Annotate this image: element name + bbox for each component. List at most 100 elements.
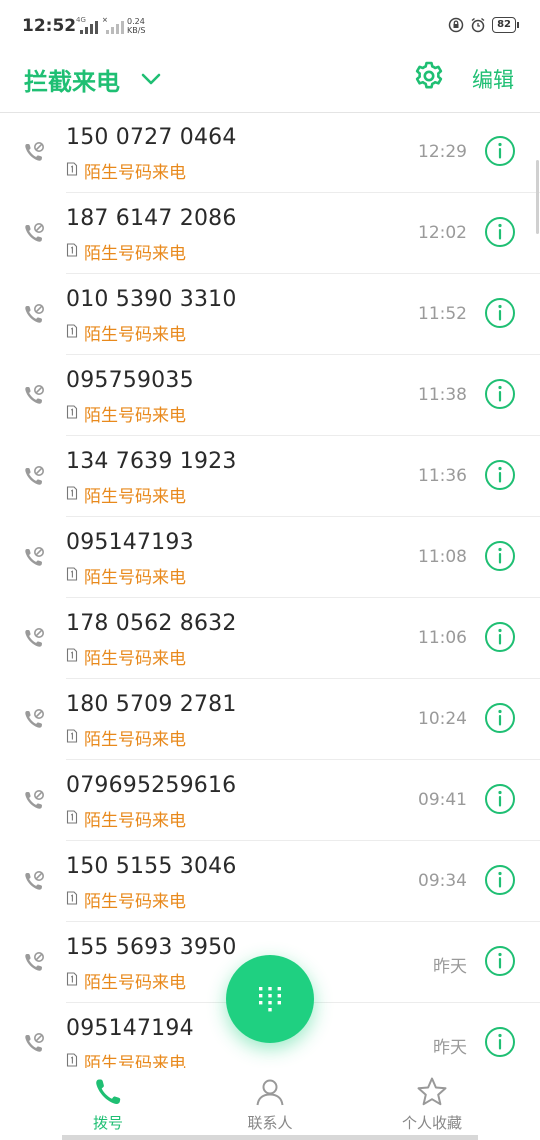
blocked-call-icon bbox=[25, 466, 44, 485]
call-time: 09:34 bbox=[418, 871, 467, 891]
tab-contacts[interactable]: 联系人 bbox=[180, 1068, 360, 1140]
sim-1-icon bbox=[66, 162, 78, 176]
call-time: 11:06 bbox=[418, 628, 467, 648]
info-icon[interactable] bbox=[484, 459, 516, 491]
rotation-lock-icon bbox=[448, 17, 464, 33]
phone-number: 150 5155 3046 bbox=[66, 854, 237, 879]
status-time: 12:52 bbox=[22, 16, 77, 36]
call-time: 09:41 bbox=[418, 790, 467, 810]
info-icon[interactable] bbox=[484, 864, 516, 896]
bottom-nav: 拨号 联系人 个人收藏 bbox=[0, 1068, 540, 1140]
phone-number: 180 5709 2781 bbox=[66, 692, 237, 717]
battery-icon: 82 bbox=[492, 17, 519, 33]
call-tag: 陌生号码来电 bbox=[84, 892, 186, 912]
phone-number: 079695259616 bbox=[66, 773, 237, 798]
info-icon[interactable] bbox=[484, 540, 516, 572]
sim-1-icon bbox=[66, 648, 78, 662]
tab-dial[interactable]: 拨号 bbox=[18, 1068, 198, 1140]
info-icon[interactable] bbox=[484, 135, 516, 167]
sim-1-icon bbox=[66, 405, 78, 419]
info-icon[interactable] bbox=[484, 297, 516, 329]
call-row[interactable]: 095759035 陌生号码来电 11:38 bbox=[0, 355, 540, 436]
call-row[interactable]: 150 0727 0464 陌生号码来电 12:29 bbox=[0, 112, 540, 193]
call-time: 12:02 bbox=[418, 223, 467, 243]
call-row[interactable]: 010 5390 3310 陌生号码来电 11:52 bbox=[0, 274, 540, 355]
call-tag: 陌生号码来电 bbox=[84, 244, 186, 264]
gesture-bar bbox=[62, 1135, 478, 1140]
blocked-call-icon bbox=[25, 547, 44, 566]
info-icon[interactable] bbox=[484, 621, 516, 653]
scrollbar[interactable] bbox=[536, 160, 539, 234]
dialpad-button[interactable] bbox=[226, 955, 314, 1043]
info-icon[interactable] bbox=[484, 945, 516, 977]
call-time: 12:29 bbox=[418, 142, 467, 162]
info-icon[interactable] bbox=[484, 783, 516, 815]
tab-favorites[interactable]: 个人收藏 bbox=[342, 1068, 522, 1140]
alarm-icon bbox=[471, 17, 485, 33]
blocked-call-icon bbox=[25, 142, 44, 161]
call-row[interactable]: 187 6147 2086 陌生号码来电 12:02 bbox=[0, 193, 540, 274]
call-row[interactable]: 150 5155 3046 陌生号码来电 09:34 bbox=[0, 841, 540, 922]
signal-no-service-icon: × bbox=[102, 16, 124, 34]
status-bar: 12:52 4G × 0.24 KB/S 82 bbox=[0, 0, 540, 56]
sim-1-icon bbox=[66, 972, 78, 986]
sim-1-icon bbox=[66, 891, 78, 905]
call-time: 昨天 bbox=[433, 957, 467, 977]
info-icon[interactable] bbox=[484, 1026, 516, 1058]
blocked-call-icon bbox=[25, 1033, 44, 1052]
blocked-call-icon bbox=[25, 871, 44, 890]
call-row[interactable]: 095147193 陌生号码来电 11:08 bbox=[0, 517, 540, 598]
sim-1-icon bbox=[66, 324, 78, 338]
sim-1-icon bbox=[66, 810, 78, 824]
phone-number: 010 5390 3310 bbox=[66, 287, 237, 312]
call-tag: 陌生号码来电 bbox=[84, 163, 186, 183]
call-time: 11:08 bbox=[418, 547, 467, 567]
call-time: 昨天 bbox=[433, 1038, 467, 1058]
call-row[interactable]: 178 0562 8632 陌生号码来电 11:06 bbox=[0, 598, 540, 679]
person-icon bbox=[256, 1079, 284, 1106]
info-icon[interactable] bbox=[484, 216, 516, 248]
page-title[interactable]: 拦截来电 bbox=[24, 62, 120, 97]
gear-icon[interactable] bbox=[413, 60, 445, 92]
blocked-call-icon bbox=[25, 223, 44, 242]
phone-number: 187 6147 2086 bbox=[66, 206, 237, 231]
call-tag: 陌生号码来电 bbox=[84, 325, 186, 345]
dialpad-icon bbox=[259, 987, 281, 1012]
chevron-down-icon[interactable] bbox=[140, 68, 162, 90]
phone-number: 178 0562 8632 bbox=[66, 611, 237, 636]
phone-number: 095147194 bbox=[66, 1016, 194, 1041]
blocked-call-icon bbox=[25, 790, 44, 809]
call-time: 11:52 bbox=[418, 304, 467, 324]
call-tag: 陌生号码来电 bbox=[84, 568, 186, 588]
phone-number: 155 5693 3950 bbox=[66, 935, 237, 960]
app-header: 拦截来电 编辑 bbox=[0, 56, 540, 113]
call-time: 10:24 bbox=[418, 709, 467, 729]
phone-number: 095147193 bbox=[66, 530, 194, 555]
call-tag: 陌生号码来电 bbox=[84, 811, 186, 831]
call-row[interactable]: 134 7639 1923 陌生号码来电 11:36 bbox=[0, 436, 540, 517]
sim-1-icon bbox=[66, 486, 78, 500]
call-row[interactable]: 079695259616 陌生号码来电 09:41 bbox=[0, 760, 540, 841]
blocked-call-icon bbox=[25, 709, 44, 728]
edit-button[interactable]: 编辑 bbox=[472, 64, 514, 94]
call-tag: 陌生号码来电 bbox=[84, 487, 186, 507]
info-icon[interactable] bbox=[484, 702, 516, 734]
call-row[interactable]: 180 5709 2781 陌生号码来电 10:24 bbox=[0, 679, 540, 760]
call-time: 11:36 bbox=[418, 466, 467, 486]
sim-1-icon bbox=[66, 243, 78, 257]
signal-icon: 4G bbox=[76, 16, 98, 34]
call-tag: 陌生号码来电 bbox=[84, 973, 186, 993]
blocked-call-icon bbox=[25, 385, 44, 404]
blocked-call-icon bbox=[25, 628, 44, 647]
call-tag: 陌生号码来电 bbox=[84, 730, 186, 750]
call-tag: 陌生号码来电 bbox=[84, 649, 186, 669]
sim-1-icon bbox=[66, 729, 78, 743]
blocked-call-icon bbox=[25, 304, 44, 323]
call-time: 11:38 bbox=[418, 385, 467, 405]
info-icon[interactable] bbox=[484, 378, 516, 410]
blocked-call-list[interactable]: 150 0727 0464 陌生号码来电 12:29 187 6147 2086… bbox=[0, 112, 540, 1068]
sim-1-icon bbox=[66, 567, 78, 581]
network-speed: 0.24 KB/S bbox=[127, 17, 146, 35]
sim-1-icon bbox=[66, 1053, 78, 1067]
call-tag: 陌生号码来电 bbox=[84, 406, 186, 426]
